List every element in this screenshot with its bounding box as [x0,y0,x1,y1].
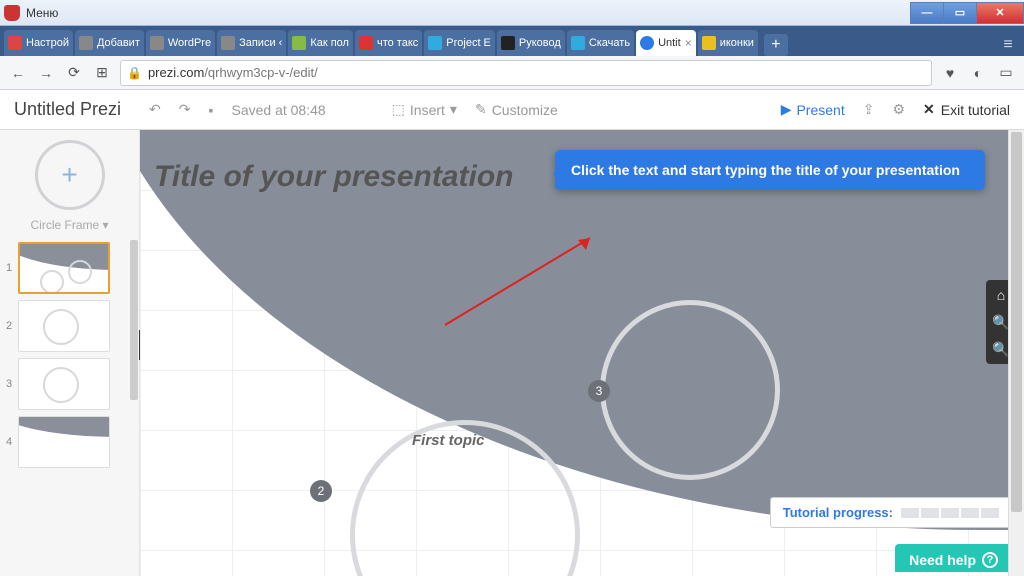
browser-tab[interactable]: Руковод [497,30,565,56]
path-step-marker[interactable]: 2 [310,480,332,502]
annotation-arrow [440,230,600,330]
settings-button[interactable]: ⚙ [892,101,905,118]
browser-tabstrip: Настрой Добавит WordPre Записи ‹ Как пол… [0,26,1024,56]
frame-thumbnail[interactable] [18,416,110,468]
presentation-title-text[interactable]: Title of your presentation [154,160,514,194]
main-area: + Circle Frame ▾ 1 2 3 4 Title of your p… [0,130,1024,576]
url-input[interactable]: 🔒 prezi.com/qrhwym3cp-v-/edit/ [120,60,932,86]
insert-button[interactable]: ⬚ Insert ▾ [392,101,457,118]
browser-tab[interactable]: Project E [424,30,495,56]
exit-tutorial-button[interactable]: ✕ Exit tutorial [923,101,1010,118]
add-frame-button[interactable]: + [35,140,105,210]
browser-tab[interactable]: Настрой [4,30,73,56]
browser-tab[interactable]: Записи ‹ [217,30,286,56]
opera-icon[interactable] [4,5,20,21]
save-button[interactable]: ▪ [209,102,214,118]
share-button[interactable]: ⇪ [863,101,875,118]
tutorial-progress: Tutorial progress: [770,497,1012,528]
frame-sidebar: + Circle Frame ▾ 1 2 3 4 [0,130,140,576]
topic-frame[interactable] [600,300,780,480]
tutorial-tooltip: Click the text and start typing the titl… [555,150,985,190]
canvas-scrollbar[interactable] [1008,130,1024,576]
save-status: Saved at 08:48 [231,102,325,118]
thumb-number: 3 [6,378,14,390]
browser-tab[interactable]: что такс [355,30,422,56]
address-bar: ← → ⟳ ⊞ 🔒 prezi.com/qrhwym3cp-v-/edit/ ♥… [0,56,1024,90]
reload-button[interactable]: ⟳ [64,63,84,83]
browser-tab[interactable]: Как пол [288,30,353,56]
browser-tab[interactable]: Добавит [75,30,144,56]
url-host: prezi.com [148,65,204,80]
window-minimize-button[interactable]: — [910,2,944,24]
need-help-button[interactable]: Need help ? [895,544,1012,572]
opera-turbo-button[interactable]: ◐ [968,63,988,83]
frame-thumbnail[interactable] [18,242,110,294]
prezi-toolbar: Untitled Prezi ↶ ↷ ▪ Saved at 08:48 ⬚ In… [0,90,1024,130]
help-icon: ? [982,552,998,568]
redo-button[interactable]: ↷ [179,101,191,118]
window-titlebar: Меню — ▭ ✕ [0,0,1024,26]
thumb-number: 1 [6,262,14,274]
undo-button[interactable]: ↶ [149,101,161,118]
tab-menu-button[interactable]: ≡ [996,34,1020,56]
prezi-canvas[interactable]: Title of your presentation Click the tex… [140,130,1024,576]
window-maximize-button[interactable]: ▭ [943,2,977,24]
topic-label[interactable]: First topic [412,432,485,449]
battery-icon: ▭ [996,63,1016,83]
new-tab-button[interactable]: + [764,34,788,56]
thumb-number: 4 [6,436,14,448]
back-button[interactable]: ← [8,63,28,83]
present-button[interactable]: ▶ Present [781,101,845,118]
progress-bar [901,508,999,518]
bookmark-button[interactable]: ♥ [940,63,960,83]
sidebar-scrollbar[interactable] [129,240,139,576]
frame-thumbnail[interactable] [18,300,110,352]
prezi-title[interactable]: Untitled Prezi [14,99,121,120]
browser-tab[interactable]: WordPre [146,30,215,56]
close-icon[interactable]: × [685,36,692,50]
speed-dial-button[interactable]: ⊞ [92,63,112,83]
browser-tab-active[interactable]: Untit× [636,30,696,56]
menu-label[interactable]: Меню [26,6,58,20]
browser-tab[interactable]: иконки [698,30,758,56]
tutorial-progress-label: Tutorial progress: [783,505,893,520]
forward-button[interactable]: → [36,63,56,83]
lock-icon: 🔒 [127,66,142,80]
thumb-number: 2 [6,320,14,332]
url-path: /qrhwym3cp-v-/edit/ [204,65,317,80]
path-step-marker[interactable]: 3 [588,380,610,402]
frame-type-selector[interactable]: Circle Frame ▾ [6,218,133,232]
customize-button[interactable]: ✎ Customize [475,101,558,118]
frame-thumbnail[interactable] [18,358,110,410]
browser-tab[interactable]: Скачать [567,30,634,56]
window-close-button[interactable]: ✕ [976,2,1024,24]
